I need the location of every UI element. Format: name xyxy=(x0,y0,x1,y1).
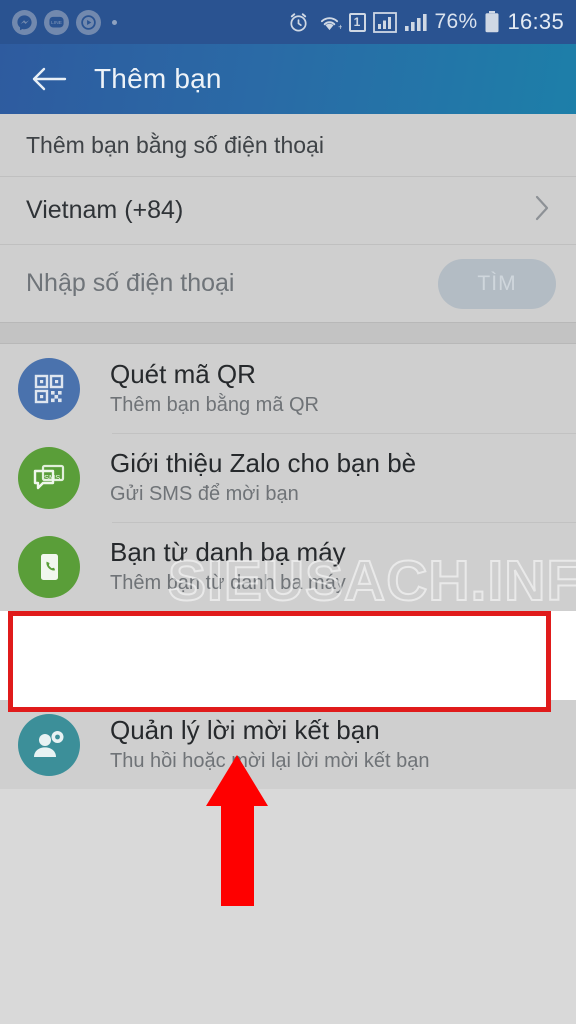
section-divider xyxy=(0,322,576,344)
list-item-gioi-thieu-zalo[interactable]: SMS Giới thiệu Zalo cho bạn bè Gửi SMS đ… xyxy=(0,433,576,522)
list-item-text: Quét mã QR Thêm bạn bằng mã QR xyxy=(110,358,319,418)
clock-label: 16:35 xyxy=(507,9,564,34)
line-icon: LINE xyxy=(44,9,69,35)
phone-screen: LINE 1 76% 16:35 Thêm bạn Thêm bạn bằng … xyxy=(0,0,576,1024)
phone-number-input[interactable]: Nhập số điện thoại xyxy=(26,269,234,298)
phone-input-row[interactable]: Nhập số điện thoại TÌM xyxy=(0,244,576,322)
signal-bars-icon xyxy=(404,11,428,33)
back-arrow-icon[interactable] xyxy=(28,58,70,100)
media-play-icon xyxy=(76,9,101,35)
status-bar: LINE 1 76% 16:35 xyxy=(0,0,576,44)
app-bar: Thêm bạn xyxy=(0,44,576,114)
battery-icon xyxy=(484,10,500,34)
find-button[interactable]: TÌM xyxy=(438,258,556,309)
sim-badge-icon: 1 xyxy=(348,12,366,32)
country-label: Vietnam (+84) xyxy=(26,196,184,224)
status-bar-system-icons: + 1 76% xyxy=(287,9,565,35)
svg-text:LINE: LINE xyxy=(51,19,63,25)
row-divider xyxy=(112,522,576,523)
signal-bars-boxed-icon xyxy=(372,11,397,34)
add-by-phone-section: Thêm bạn bằng số điện thoại Vietnam (+84… xyxy=(0,114,576,322)
red-rectangle-annotation xyxy=(8,611,551,712)
chevron-right-icon xyxy=(534,194,550,227)
sms-bubble-icon: SMS xyxy=(18,446,80,509)
list-item-title: Giới thiệu Zalo cho bạn bè xyxy=(110,447,417,478)
content-area: Thêm bạn bằng số điện thoại Vietnam (+84… xyxy=(0,114,576,1024)
section-title: Thêm bạn bằng số điện thoại xyxy=(26,131,324,158)
list-item-title: Quét mã QR xyxy=(110,358,256,389)
list-item-subtitle: Gửi SMS để mời bạn xyxy=(110,483,299,506)
svg-text:SMS: SMS xyxy=(44,473,60,482)
options-list: Quét mã QR Thêm bạn bằng mã QR SMS Giới … xyxy=(0,344,576,789)
list-item-title: Bạn từ danh bạ máy xyxy=(110,536,346,567)
list-item-quan-ly-loi-moi[interactable]: Quản lý lời mời kết bạn Thu hồi hoặc mời… xyxy=(0,700,576,789)
list-item-text: Quản lý lời mời kết bạn Thu hồi hoặc mời… xyxy=(110,714,430,774)
battery-percent-label: 76% xyxy=(434,10,478,33)
list-item-ban-tu-danh-ba-may[interactable]: Bạn từ danh bạ máy Thêm bạn từ danh ba m… xyxy=(0,522,576,611)
row-divider xyxy=(112,433,576,434)
status-bar-app-icons: LINE xyxy=(12,9,117,35)
list-item-subtitle: Thêm bạn bằng mã QR xyxy=(110,394,319,417)
messenger-icon xyxy=(12,9,37,35)
list-item-subtitle: Thêm bạn từ danh ba máy xyxy=(110,572,346,595)
phone-contact-icon xyxy=(18,535,80,598)
qr-code-icon xyxy=(18,357,80,420)
svg-text:+: + xyxy=(338,22,342,32)
alarm-clock-icon xyxy=(287,11,310,34)
list-item-text: Bạn từ danh bạ máy Thêm bạn từ danh ba m… xyxy=(110,536,346,596)
list-item-text: Giới thiệu Zalo cho bạn bè Gửi SMS để mờ… xyxy=(110,447,417,507)
wifi-icon: + xyxy=(317,11,342,33)
person-gear-icon xyxy=(18,713,80,776)
list-item-title: Quản lý lời mời kết bạn xyxy=(110,714,380,745)
list-item-subtitle: Thu hồi hoặc mời lại lời mời kết bạn xyxy=(110,750,430,773)
list-item-quet-ma-qr[interactable]: Quét mã QR Thêm bạn bằng mã QR xyxy=(0,344,576,433)
status-dot-icon xyxy=(112,19,117,25)
page-title: Thêm bạn xyxy=(94,63,222,94)
country-selector-row[interactable]: Vietnam (+84) xyxy=(0,176,576,244)
